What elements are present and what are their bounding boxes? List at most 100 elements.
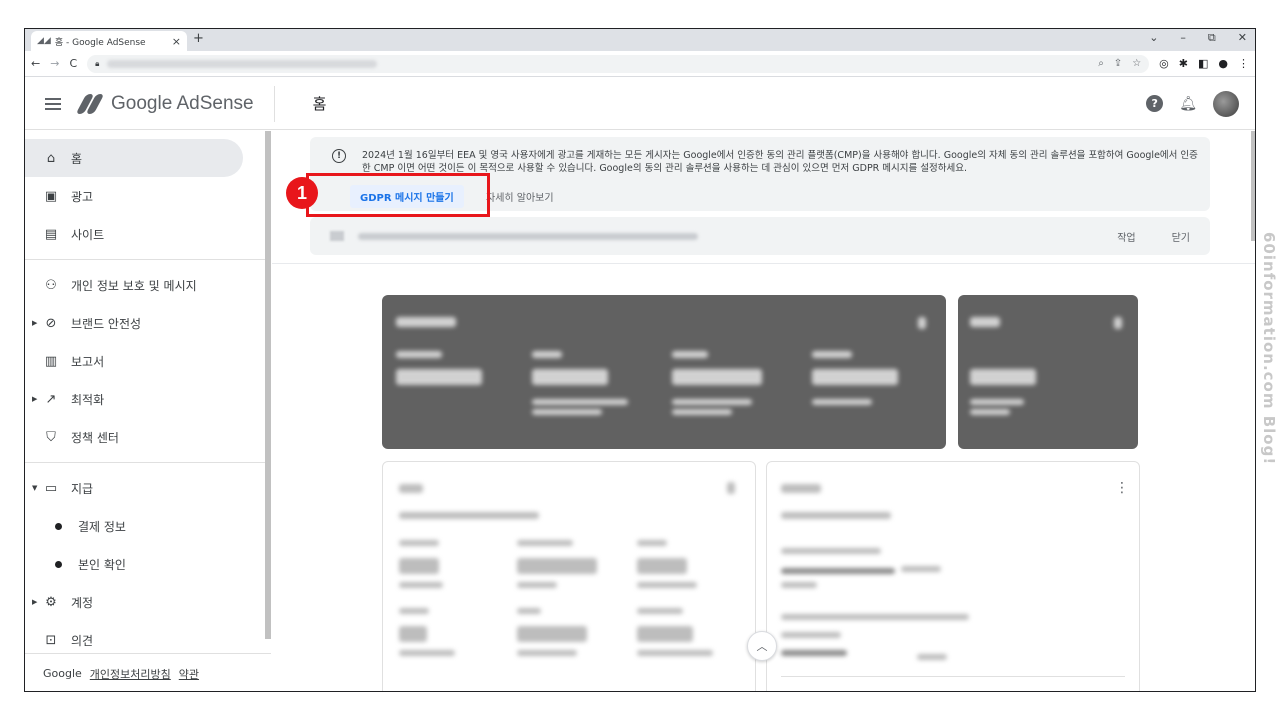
browser-window: ◢◢ 홈 - Google AdSense × + ⌄ – ⧉ ✕ ← → C … bbox=[24, 28, 1256, 692]
sites-icon: ▤ bbox=[44, 226, 58, 242]
sidebar-item-brand-safety[interactable]: ▶ ⊘ 브랜드 안전성 bbox=[25, 304, 271, 342]
learn-more-link[interactable]: 자세히 알아보기 bbox=[486, 189, 554, 204]
caret-right-icon: ▶ bbox=[32, 319, 38, 327]
share-icon[interactable]: ⇪ bbox=[1114, 58, 1122, 69]
sidebar-item-home[interactable]: ⌂ 홈 bbox=[25, 139, 243, 177]
notice-action-button[interactable]: 작업 bbox=[1117, 229, 1135, 244]
sidebar-item-label: 최적화 bbox=[71, 392, 105, 407]
privacy-policy-link[interactable]: 개인정보처리방침 bbox=[90, 666, 171, 682]
sidebar-subitem-payment-info[interactable]: 결제 정보 bbox=[25, 507, 271, 545]
performance-card bbox=[382, 461, 756, 691]
block-icon: ⊘ bbox=[45, 315, 57, 331]
home-icon: ⌂ bbox=[46, 150, 56, 166]
caret-down-icon: ▼ bbox=[32, 484, 38, 492]
secondary-notice-text-blurred bbox=[358, 232, 698, 240]
profile-icon[interactable]: ● bbox=[1218, 57, 1228, 70]
terms-link[interactable]: 약관 bbox=[179, 666, 199, 682]
sidebar-subitem-verification[interactable]: 본인 확인 bbox=[25, 545, 271, 583]
sidebar-item-privacy-messaging[interactable]: ⚇ 개인 정보 보호 및 메시지 bbox=[25, 266, 271, 304]
sidebar-item-label: 홈 bbox=[71, 151, 83, 166]
annotation-step-badge: 1 bbox=[286, 177, 318, 209]
menu-icon[interactable] bbox=[45, 97, 61, 110]
sidebar-item-reports[interactable]: ▥ 보고서 bbox=[25, 342, 271, 380]
help-icon[interactable]: ? bbox=[1146, 95, 1164, 112]
sidebar-item-label: 개인 정보 보호 및 메시지 bbox=[71, 278, 197, 293]
camera-icon[interactable]: ◎ bbox=[1159, 57, 1169, 70]
estimated-earnings-card bbox=[382, 295, 946, 449]
card-divider bbox=[781, 676, 1125, 677]
caret-right-icon: ▶ bbox=[32, 395, 38, 403]
footer-brand: Google bbox=[43, 667, 82, 680]
minimize-icon[interactable]: – bbox=[1180, 31, 1186, 45]
payments-icon: ▭ bbox=[44, 480, 58, 496]
content-divider bbox=[272, 263, 1255, 264]
app-header: Google AdSense 홈 ? 🔔︎ bbox=[25, 78, 1255, 130]
info-icon: ! bbox=[332, 149, 346, 163]
notice-dismiss-button[interactable]: 닫기 bbox=[1172, 229, 1190, 244]
gear-icon: ⚙ bbox=[45, 594, 57, 610]
page-title: 홈 bbox=[312, 95, 327, 113]
secondary-notice-banner: 작업 닫기 bbox=[310, 217, 1210, 255]
scroll-up-button[interactable]: ︿ bbox=[747, 631, 777, 661]
sidebar-divider bbox=[25, 462, 271, 463]
main-scrollbar[interactable] bbox=[1251, 131, 1255, 241]
tab-close-icon[interactable]: × bbox=[172, 35, 181, 48]
zoom-icon[interactable]: ⌕ bbox=[1098, 58, 1104, 69]
sidebar-item-label: 의견 bbox=[71, 633, 94, 648]
avatar[interactable] bbox=[1213, 90, 1239, 117]
adsense-logo[interactable]: Google AdSense bbox=[75, 92, 254, 115]
new-tab-button[interactable]: + bbox=[193, 31, 204, 46]
watermark-text: 60information.com Blog! bbox=[1260, 232, 1278, 466]
secondary-notice-icon bbox=[330, 231, 344, 241]
tab-title: 홈 - Google AdSense bbox=[54, 37, 146, 48]
sidebar-item-policy-center[interactable]: ⛉ 정책 센터 bbox=[25, 418, 271, 456]
sidebar-item-label: 광고 bbox=[71, 189, 94, 204]
sidebar-item-sites[interactable]: ▤ 사이트 bbox=[25, 215, 271, 253]
sidebar-item-ads[interactable]: ▣ 광고 bbox=[25, 177, 271, 215]
sidebar-item-label: 결제 정보 bbox=[78, 519, 126, 534]
logo-text: Google AdSense bbox=[111, 92, 254, 114]
sidebar-item-label: 정책 센터 bbox=[71, 430, 119, 445]
main-content: ! 2024년 1월 16일부터 EEA 및 영국 사용자에게 광고를 게재하는… bbox=[272, 131, 1255, 691]
url-text-blurred bbox=[107, 59, 378, 68]
sidebar-footer: Google 개인정보처리방침 약관 bbox=[25, 653, 271, 691]
sidebar-item-label: 지급 bbox=[71, 481, 94, 496]
policy-icon: ⛉ bbox=[46, 429, 56, 445]
close-window-icon[interactable]: ✕ bbox=[1238, 31, 1247, 45]
trending-icon: ↗ bbox=[45, 391, 57, 407]
privacy-icon: ⚇ bbox=[45, 277, 57, 293]
sidebar-scrollbar[interactable] bbox=[265, 131, 271, 639]
sidebar-item-label: 계정 bbox=[71, 595, 94, 610]
sidebar-item-optimization[interactable]: ▶ ↗ 최적화 bbox=[25, 380, 271, 418]
adsense-favicon-icon: ◢◢ bbox=[37, 36, 51, 46]
banner-message: 2024년 1월 16일부터 EEA 및 영국 사용자에게 광고를 게재하는 모… bbox=[362, 150, 1198, 174]
browser-menu-icon[interactable]: ⋮ bbox=[1238, 57, 1249, 70]
browser-tab[interactable]: ◢◢ 홈 - Google AdSense × bbox=[31, 31, 187, 51]
adsense-logo-icon bbox=[75, 93, 105, 114]
tab-search-icon[interactable]: ⌄ bbox=[1149, 31, 1158, 45]
bookmark-star-icon[interactable]: ☆ bbox=[1132, 58, 1141, 69]
tab-strip: ◢◢ 홈 - Google AdSense × + ⌄ – ⧉ ✕ bbox=[25, 29, 1255, 51]
ads-icon: ▣ bbox=[44, 188, 58, 204]
extensions-icon[interactable]: ✱ bbox=[1179, 57, 1188, 70]
sidebar-divider bbox=[25, 259, 271, 260]
reload-icon[interactable]: C bbox=[69, 57, 77, 70]
sidebar-item-label: 사이트 bbox=[71, 227, 105, 242]
caret-right-icon: ▶ bbox=[32, 598, 38, 606]
forward-icon[interactable]: → bbox=[50, 57, 59, 70]
more-options-icon[interactable]: ⋮ bbox=[1115, 480, 1129, 496]
sidepanel-icon[interactable]: ◧ bbox=[1198, 57, 1208, 70]
sidebar-item-label: 보고서 bbox=[71, 354, 105, 369]
recent-activity-card: ⋮ bbox=[766, 461, 1140, 691]
restore-icon[interactable]: ⧉ bbox=[1208, 31, 1216, 45]
url-input[interactable]: 🔒︎ ⌕ ⇪ ☆ bbox=[87, 54, 1150, 73]
bullet-icon bbox=[55, 522, 62, 530]
sidebar-item-account[interactable]: ▶ ⚙ 계정 bbox=[25, 583, 271, 621]
back-icon[interactable]: ← bbox=[31, 57, 40, 70]
notification-bell-icon[interactable]: 🔔︎ bbox=[1179, 96, 1197, 112]
report-icon: ▥ bbox=[44, 353, 58, 369]
balance-card bbox=[958, 295, 1138, 449]
header-divider bbox=[273, 85, 275, 122]
sidebar: ⌂ 홈 ▣ 광고 ▤ 사이트 ⚇ 개인 정보 보호 및 메시지 ▶ ⊘ 브랜드 … bbox=[25, 131, 271, 691]
sidebar-item-payments[interactable]: ▼ ▭ 지급 bbox=[25, 469, 271, 507]
